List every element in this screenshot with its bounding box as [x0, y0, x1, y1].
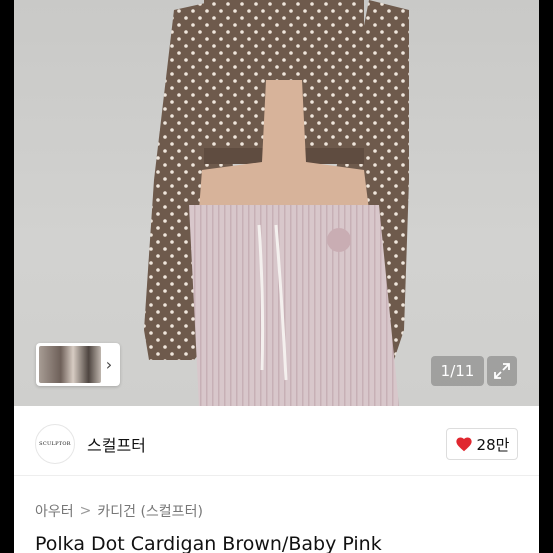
like-button[interactable]: 28만 — [446, 428, 518, 460]
app-frame: › 1/11 SCULPTOR 스컬프터 28만 아우터 > 카디건 (스컬프터… — [14, 0, 539, 553]
breadcrumb-cardigan[interactable]: 카디건 (스컬프터) — [97, 501, 203, 521]
expand-button[interactable] — [487, 356, 517, 386]
breadcrumb: 아우터 > 카디건 (스컬프터) — [35, 501, 203, 521]
product-title: Polka Dot Cardigan Brown/Baby Pink — [35, 533, 382, 553]
image-counter: 1/11 — [431, 356, 484, 386]
breadcrumb-separator: > — [79, 503, 92, 519]
breadcrumb-outer[interactable]: 아우터 — [35, 501, 74, 521]
chevron-right-icon[interactable]: › — [101, 346, 117, 383]
expand-icon — [494, 363, 510, 379]
seller-avatar[interactable]: SCULPTOR — [35, 424, 75, 464]
thumbnail-strip[interactable]: › — [36, 343, 120, 386]
seller-row: SCULPTOR 스컬프터 28만 — [14, 406, 539, 476]
like-count: 28만 — [476, 435, 510, 454]
thumbnail-image[interactable] — [39, 346, 101, 383]
seller-name[interactable]: 스컬프터 — [87, 432, 146, 456]
product-photo[interactable]: › 1/11 — [14, 0, 539, 406]
heart-icon — [455, 437, 472, 452]
